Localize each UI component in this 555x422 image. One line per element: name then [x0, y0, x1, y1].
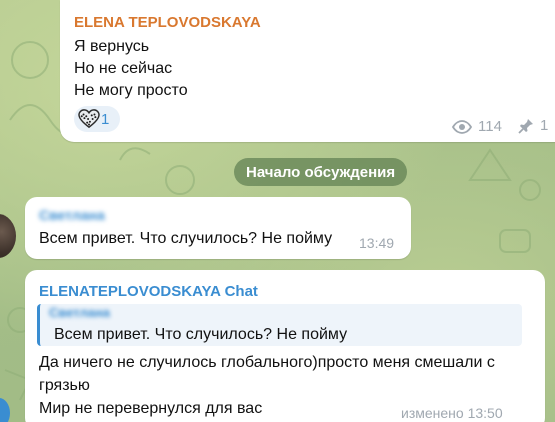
reaction-count: 1	[101, 110, 110, 128]
message-text: грязью	[39, 377, 90, 394]
post-line: Я вернусь	[74, 38, 150, 55]
pin-counter: 1	[518, 117, 548, 134]
sender-name[interactable]: Светлана	[39, 207, 137, 223]
views-count: 114	[478, 118, 502, 135]
channel-post[interactable]: ELENA TEPLOVODSKAYA Я вернусь Но не сейч…	[60, 0, 555, 142]
reply-text: Всем привет. Что случилось? Не пойму	[54, 326, 348, 343]
reply-quote[interactable]: Светлана Всем привет. Что случилось? Не …	[37, 304, 522, 346]
post-line: Но не сейчас	[74, 60, 173, 77]
message-text: Да ничего не случилось глобального)прост…	[39, 354, 495, 371]
pin-count: 1	[540, 117, 549, 134]
reaction-chip[interactable]: 1	[74, 106, 120, 132]
post-line: Не могу просто	[74, 82, 188, 99]
message-text: Всем привет. Что случилось? Не пойму	[39, 230, 333, 247]
message-text: Мир не перевернулся для вас	[39, 400, 263, 417]
message-bubble[interactable]: ELENATEPLOVODSKAYA Chat Светлана Всем пр…	[25, 270, 545, 422]
reply-author: Светлана	[49, 305, 111, 318]
post-author[interactable]: ELENA TEPLOVODSKAYA	[74, 14, 261, 31]
message-time: изменено 13:50	[401, 405, 503, 421]
heart-icon	[78, 109, 100, 129]
discussion-start-label: Начало обсуждения	[234, 158, 408, 186]
eye-icon	[452, 119, 472, 134]
views-counter: 114	[452, 118, 502, 135]
message-bubble[interactable]: Светлана Всем привет. Что случилось? Не …	[25, 197, 411, 259]
pin-icon	[518, 118, 533, 134]
sender-name[interactable]: ELENATEPLOVODSKAYA Chat	[39, 283, 258, 300]
message-time: 13:49	[359, 235, 395, 251]
